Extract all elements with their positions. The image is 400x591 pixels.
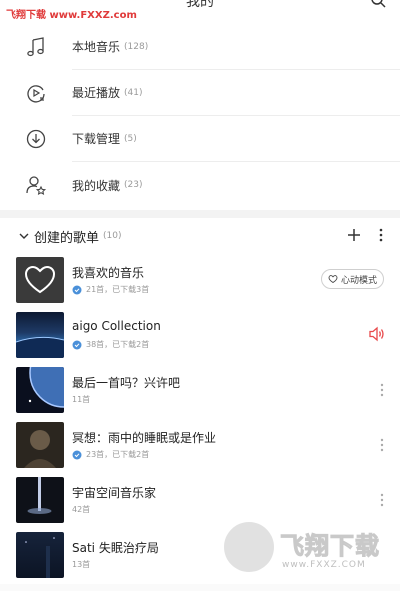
playlist-meta-text: 42首 — [72, 505, 91, 514]
menu-item-label: 本地音乐 — [72, 40, 121, 54]
downloaded-check-icon — [72, 340, 82, 349]
night-sky-image — [25, 537, 55, 578]
playlist-row[interactable]: 冥想：雨中的睡眠或是作业 23首，已下载2首 — [0, 419, 400, 474]
playlist-name: 最后一首吗？兴许吧 — [72, 376, 181, 390]
menu-item-favorites[interactable]: 我的收藏 (23) — [0, 162, 400, 208]
playlist-meta: 38首，已下载2首 — [72, 339, 149, 350]
watermark-logo-text: 飞翔下载 — [280, 532, 380, 561]
heart-outline-icon — [328, 275, 338, 284]
menu-item-local-music[interactable]: 本地音乐 (128) — [0, 24, 400, 70]
watermark-logo-url: www.FXXZ.COM — [282, 560, 366, 570]
playlist-meta: 23首，已下载2首 — [72, 449, 149, 460]
add-playlist-icon[interactable] — [346, 227, 362, 243]
recent-play-icon — [22, 79, 50, 107]
playlist-name: Sati 失眠治疗局 — [72, 541, 159, 555]
playlist-row[interactable]: 最后一首吗？兴许吧 11首 — [0, 364, 400, 419]
menu-item-count: (41) — [124, 87, 143, 98]
heart-mode-label: 心动模式 — [340, 275, 377, 286]
watermark-logo: 飞翔下载 www.FXXZ.COM — [224, 522, 392, 580]
music-note-icon — [22, 33, 50, 61]
search-icon[interactable] — [370, 0, 386, 8]
downloaded-check-icon — [72, 285, 82, 294]
my-menu-list: 本地音乐 (128) 最近播放 (41) 下载管理 (5) 我的收藏 (23) — [0, 24, 400, 208]
top-bar: 我的 — [0, 0, 400, 14]
playlist-meta: 11首 — [72, 394, 90, 405]
section-count: (10) — [103, 231, 122, 241]
playlist-meta-text: 21首，已下载3首 — [86, 285, 150, 294]
more-vertical-icon[interactable] — [378, 227, 384, 243]
bottom-edge — [0, 584, 400, 591]
user-star-icon — [22, 171, 50, 199]
portrait-image — [24, 430, 56, 468]
menu-item-download-manage[interactable]: 下载管理 (5) — [0, 116, 400, 162]
playlist-meta: 21首，已下载3首 — [72, 284, 149, 295]
more-vertical-icon[interactable] — [380, 492, 384, 508]
menu-item-count: (128) — [124, 41, 149, 52]
playlist-name: 宇宙空间音乐家 — [72, 486, 157, 500]
playlist-meta-text: 23首，已下载2首 — [86, 450, 150, 459]
created-playlists-header[interactable]: 创建的歌单 (10) — [0, 222, 400, 250]
more-vertical-icon[interactable] — [380, 437, 384, 453]
section-divider — [0, 210, 400, 218]
watermark-logo-icon — [224, 522, 274, 572]
light-beam-image — [27, 477, 52, 514]
playlist-meta-text: 38首，已下载2首 — [86, 340, 150, 349]
menu-item-label: 我的收藏 — [72, 178, 121, 193]
playlist-cover — [16, 477, 64, 523]
playlist-cover — [16, 532, 64, 578]
menu-item-recent-play[interactable]: 最近播放 (41) — [0, 70, 400, 116]
playlist-cover — [16, 257, 64, 303]
downloaded-check-icon — [72, 450, 82, 459]
playlist-cover — [16, 422, 64, 468]
menu-item-count: (23) — [124, 180, 143, 190]
playlist-meta-text: 11首 — [72, 395, 91, 404]
section-title: 创建的歌单 — [34, 230, 100, 246]
playlist-meta-text: 13首 — [72, 560, 91, 569]
menu-item-label: 下载管理 — [72, 132, 121, 146]
playlist-cover — [16, 312, 64, 358]
playlist-meta: 42首 — [72, 504, 90, 515]
playlist-row[interactable]: 宇宙空间音乐家 42首 — [0, 474, 400, 529]
download-icon — [22, 125, 50, 153]
now-playing-speaker-icon[interactable] — [368, 326, 386, 342]
playlist-row[interactable]: 我喜欢的音乐 21首，已下载3首 心动模式 — [0, 254, 400, 309]
playlist-cover — [16, 367, 64, 413]
earth-image — [16, 336, 64, 358]
more-vertical-icon[interactable] — [380, 382, 384, 398]
chevron-down-icon[interactable] — [18, 230, 30, 242]
page-title: 我的 — [186, 0, 214, 10]
playlist-name: 冥想：雨中的睡眠或是作业 — [72, 431, 217, 445]
playlist-name: 我喜欢的音乐 — [72, 266, 145, 280]
heart-mode-button[interactable]: 心动模式 — [320, 269, 384, 289]
planet-image — [28, 367, 64, 408]
playlist-meta: 13首 — [72, 559, 90, 570]
playlist-row[interactable]: aigo Collection 38首，已下载2首 — [0, 309, 400, 364]
heart-icon — [24, 265, 56, 294]
playlist-name: aigo Collection — [72, 319, 161, 333]
menu-item-count: (5) — [124, 133, 137, 144]
menu-item-label: 最近播放 — [72, 86, 121, 100]
